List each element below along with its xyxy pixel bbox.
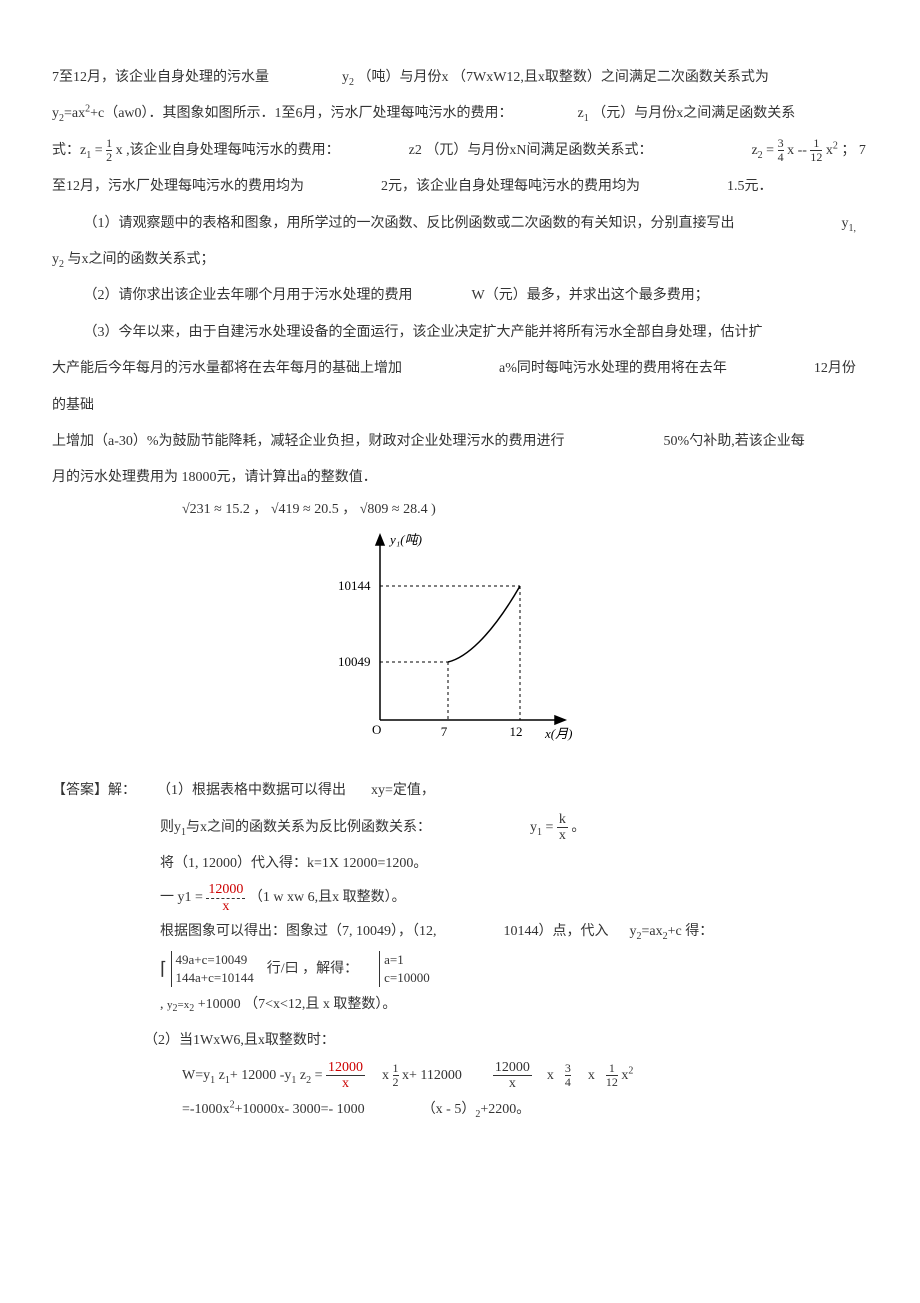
- answer-section: 【答案】解： （1）根据表格中数据可以得出 xy=定值， 则y1与x之间的函数关…: [52, 773, 868, 1128]
- formula: =-1000x2+10000x- 3000=- 1000: [182, 1102, 368, 1117]
- text: （元）与月份x之间满足函数关系: [592, 106, 795, 121]
- text: 月的污水处理费用为 18000元，请计算出a的整数值．: [52, 470, 377, 485]
- radicals-hint: √231 ≈ 15.2 ， √419 ≈ 20.5 ， √809 ≈ 28.4 …: [52, 497, 868, 522]
- var-y2: y2: [342, 70, 354, 85]
- answer-line: 根据图象可以得出：图象过（7, 10049），（12, 10144）点，代入 y…: [52, 914, 868, 950]
- answer-line: （2）当1WxW6,且x取整数时：: [52, 1023, 868, 1059]
- text: a%同时每吨污水处理的费用将在去年: [499, 361, 727, 376]
- text: （1）根据表格中数据可以得出: [157, 783, 346, 798]
- equation-system: a=1 c=10000: [379, 951, 430, 987]
- fraction: 12000x: [326, 1060, 365, 1092]
- body-line: 式：z1 = 12 x ,该企业自身处理每吨污水的费用： z2 （兀）与月份xN…: [52, 133, 868, 169]
- text: 上增加（a-30）%为鼓励节能降耗，减轻企业负担，财政对企业处理污水的费用进行: [52, 434, 565, 449]
- fraction: 34: [778, 137, 784, 164]
- text: （2）请你求出该企业去年哪个月用于污水处理的费用: [84, 288, 413, 303]
- fraction: 12000x: [206, 882, 245, 914]
- text: 至12月，污水厂处理每吨污水的费用均为: [52, 179, 304, 194]
- body-line: （1）请观察题中的表格和图象，用所学过的一次函数、反比例函数或二次函数的有关知识…: [52, 206, 868, 242]
- text: 7至12月，该企业自身处理的污水量: [52, 70, 269, 85]
- chart-svg: O 7 12 10049 10144 y₁(吨) x(月): [330, 530, 590, 750]
- text: 则y1与x之间的函数关系为反比例函数关系：: [160, 820, 431, 835]
- text: 根据图象可以得出：图象过（7, 10049），（12,: [160, 924, 437, 939]
- answer-line: =-1000x2+10000x- 3000=- 1000 （x - 5）2+22…: [52, 1092, 868, 1128]
- formula: y1 =: [530, 820, 553, 835]
- answer-line: , y2=x2 +10000 （7<x<12,且 x 取整数）。: [52, 987, 868, 1023]
- equation-system: 49a+c=10049 144a+c=10144: [171, 951, 254, 987]
- fraction: 112: [606, 1062, 618, 1089]
- answer-line: 一 y1 = 12000x （1 w xw 6,且x 取整数）。: [52, 882, 868, 914]
- answer-line: 则y1与x之间的函数关系为反比例函数关系： y1 = kx 。: [52, 810, 868, 846]
- text: xy=定值，: [371, 783, 435, 798]
- fraction: 34: [565, 1062, 571, 1089]
- text: （2）当1WxW6,且x取整数时：: [144, 1033, 335, 1048]
- answer-line: 【答案】解： （1）根据表格中数据可以得出 xy=定值，: [52, 773, 868, 809]
- text: 50%勺补助,若该企业每: [664, 434, 805, 449]
- y-axis-label: y₁(吨): [388, 532, 422, 547]
- text: z2 （兀）与月份xN间满足函数关系式：: [409, 143, 653, 158]
- body-line: 至12月，污水厂处理每吨污水的费用均为 2元，该企业自身处理每吨污水的费用均为 …: [52, 169, 868, 205]
- body-line: 7至12月，该企业自身处理的污水量 y2 （吨）与月份x （7WxW12,且x取…: [52, 60, 868, 96]
- fraction: 12: [106, 137, 112, 164]
- answer-line: 将（1, 12000）代入得：k=1X 12000=1200。: [52, 846, 868, 882]
- text: 式：z1 =: [52, 143, 103, 158]
- var-z1: z1: [578, 106, 589, 121]
- text: （1 w xw 6,且x 取整数）。: [249, 891, 406, 906]
- body-line: （2）请你求出该企业去年哪个月用于污水处理的费用 W（元）最多，并求出这个最多费…: [52, 278, 868, 314]
- fraction: kx: [557, 812, 568, 844]
- text: 大产能后今年每月的污水量都将在去年每月的基础上增加: [52, 361, 402, 376]
- formula: W=y1 z1+ 12000 -y1 z2 =: [182, 1068, 326, 1083]
- answer-line: W=y1 z1+ 12000 -y1 z2 = 12000x x 12 x+ 1…: [52, 1060, 868, 1092]
- fraction: 112: [810, 137, 822, 164]
- origin-label: O: [372, 722, 381, 737]
- fraction: 12000x: [493, 1060, 532, 1092]
- text: 1.5元．: [727, 179, 773, 194]
- body-line: 上增加（a-30）%为鼓励节能降耗，减轻企业负担，财政对企业处理污水的费用进行 …: [52, 424, 868, 460]
- text: 一 y1 =: [160, 891, 203, 906]
- text: x ,该企业自身处理每吨污水的费用：: [116, 143, 340, 158]
- body-line: 大产能后今年每月的污水量都将在去年每月的基础上增加 a%同时每吨污水处理的费用将…: [52, 351, 868, 424]
- body-line: （3）今年以来，由于自建污水处理设备的全面运行，该企业决定扩大产能并将所有污水全…: [52, 315, 868, 351]
- text: 行/曰 ，解得：: [267, 961, 358, 976]
- body-line: y2 与x之间的函数关系式；: [52, 242, 868, 278]
- text: （3）今年以来，由于自建污水处理设备的全面运行，该企业决定扩大产能并将所有污水全…: [84, 325, 763, 340]
- formula: y2=ax2+c 得：: [630, 924, 714, 939]
- text: （吨）与月份x （7WxW12,且x取整数）之间满足二次函数关系式为: [358, 70, 769, 85]
- var-z2: z2 =: [751, 143, 777, 158]
- body-line: y2=ax2+c（aw0）．其图象如图所示．1至6月，污水厂处理每吨污水的费用：…: [52, 96, 868, 132]
- xtick: 12: [510, 724, 523, 739]
- text: 将（1, 12000）代入得：k=1X 12000=1200。: [160, 856, 427, 871]
- answer-label: 【答案】解：: [52, 783, 136, 798]
- x-axis-label: x(月): [544, 726, 572, 741]
- var-y2: y2: [52, 106, 64, 121]
- text: W（元）最多，并求出这个最多费用；: [472, 288, 709, 303]
- formula: y2=x2: [167, 999, 194, 1011]
- answer-line: ⌈ 49a+c=10049 144a+c=10144 行/曰 ，解得： a=1 …: [52, 951, 868, 987]
- ytick: 10049: [338, 654, 371, 669]
- fraction: 12: [393, 1062, 399, 1089]
- text: 10144）点，代入: [504, 924, 609, 939]
- xtick: 7: [441, 724, 448, 739]
- var-y1: y1,: [842, 216, 857, 231]
- var-y2: y2: [52, 252, 64, 267]
- text: 2元，该企业自身处理每吨污水的费用均为: [381, 179, 640, 194]
- body-line: 月的污水处理费用为 18000元，请计算出a的整数值．: [52, 460, 868, 496]
- formula: （x - 5）2+2200。: [422, 1102, 531, 1117]
- chart: O 7 12 10049 10144 y₁(吨) x(月): [52, 530, 868, 765]
- text: 与x之间的函数关系式；: [68, 252, 215, 267]
- ytick: 10144: [338, 578, 371, 593]
- text: （1）请观察题中的表格和图象，用所学过的一次函数、反比例函数或二次函数的有关知识…: [84, 216, 735, 231]
